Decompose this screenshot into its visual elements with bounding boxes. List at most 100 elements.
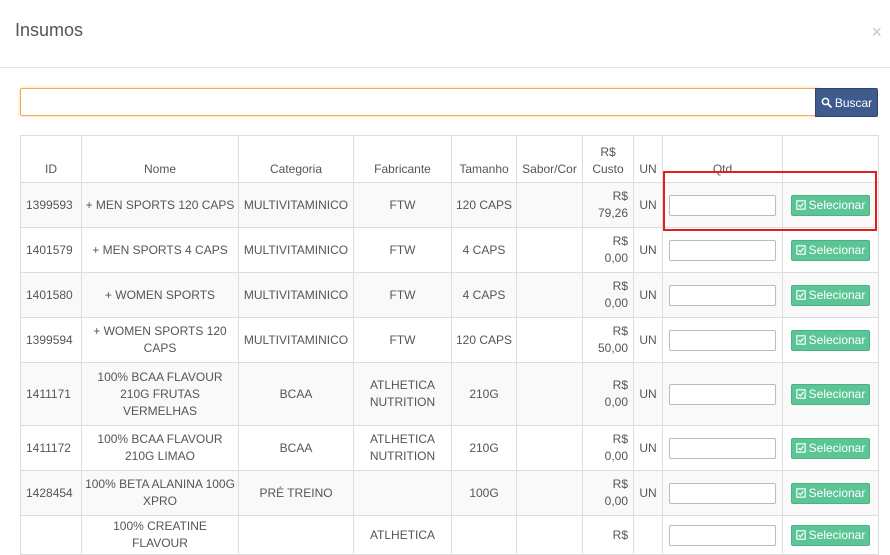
cell-nome: + WOMEN SPORTS (81, 272, 239, 318)
cell-sabor (516, 425, 583, 471)
table-row: 1411172 100% BCAA FLAVOUR 210G LIMAO BCAA A… (20, 425, 879, 471)
cell-sabor (516, 317, 583, 363)
cell-id: 1411171 (20, 362, 82, 426)
select-button-label: Selecionar (808, 486, 866, 500)
cell-qtd (662, 362, 783, 426)
cell-custo-value: 79,26 (597, 206, 628, 220)
select-button-label: Selecionar (808, 441, 866, 455)
cell-id: 1401580 (20, 272, 82, 318)
check-square-icon (795, 488, 806, 498)
check-square-icon (795, 290, 806, 300)
col-header-tamanho: Tamanho (451, 135, 517, 183)
cell-action: Selecionar (782, 362, 879, 426)
cell-action: Selecionar (782, 425, 879, 471)
cell-un: UN (633, 362, 663, 426)
cell-fabricante: FTW (353, 227, 452, 273)
cell-custo-value: 0,00 (604, 449, 628, 463)
cell-action: Selecionar (782, 317, 879, 363)
cell-custo-currency: R$ (612, 324, 628, 338)
cell-custo-value: 0,00 (604, 395, 628, 409)
cell-categoria: PRÉ TREINO (238, 470, 354, 516)
col-header-nome: Nome (81, 135, 239, 183)
quantity-input[interactable] (669, 329, 776, 351)
select-button[interactable]: Selecionar (790, 482, 871, 504)
search-button[interactable]: Buscar (815, 88, 878, 117)
cell-nome: 100% BETA ALANINA 100G XPRO (81, 470, 239, 516)
quantity-input[interactable] (669, 239, 776, 261)
select-button-label: Selecionar (808, 288, 866, 302)
cell-id: 1399593 (20, 182, 82, 228)
close-icon[interactable]: × (871, 22, 882, 43)
cell-qtd (662, 470, 783, 516)
table-row: 100% CREATINE FLAVOUR ATLHETICA R$ Selecion… (20, 515, 879, 555)
cell-categoria (238, 515, 354, 555)
cell-custo-value: 0,00 (604, 296, 628, 310)
cell-custo-currency: R$ (612, 189, 628, 203)
cell-id: 1399594 (20, 317, 82, 363)
search-input[interactable] (20, 88, 820, 116)
cell-nome: 100% CREATINE FLAVOUR (81, 515, 239, 555)
quantity-input[interactable] (669, 284, 776, 306)
cell-un: UN (633, 425, 663, 471)
select-button[interactable]: Selecionar (790, 194, 871, 216)
quantity-input[interactable] (669, 524, 776, 546)
quantity-input[interactable] (669, 437, 776, 459)
cell-qtd (662, 272, 783, 318)
quantity-input[interactable] (669, 482, 776, 504)
cell-un: UN (633, 317, 663, 363)
cell-tamanho: 4 CAPS (451, 227, 517, 273)
select-button[interactable]: Selecionar (790, 329, 871, 351)
check-square-icon (795, 200, 806, 210)
cell-custo-currency: R$ (612, 279, 628, 293)
cell-nome: 100% BCAA FLAVOUR 210G FRUTAS VERMELHAS (81, 362, 239, 426)
quantity-input[interactable] (669, 194, 776, 216)
cell-fabricante: ATLHETICA (353, 515, 452, 555)
select-button[interactable]: Selecionar (790, 239, 871, 261)
cell-fabricante: ATLHETICA NUTRITION (353, 425, 452, 471)
select-button-label: Selecionar (808, 528, 866, 542)
select-button[interactable]: Selecionar (790, 524, 871, 546)
cell-tamanho (451, 515, 517, 555)
cell-tamanho: 120 CAPS (451, 182, 517, 228)
cell-id (20, 515, 82, 555)
cell-nome: + MEN SPORTS 120 CAPS (81, 182, 239, 228)
cell-action: Selecionar (782, 470, 879, 516)
cell-sabor (516, 515, 583, 555)
cell-action: Selecionar (782, 272, 879, 318)
cell-action: Selecionar (782, 182, 879, 228)
cell-un: UN (633, 470, 663, 516)
cell-qtd (662, 227, 783, 273)
cell-custo-currency: R$ (612, 432, 628, 446)
cell-action: Selecionar (782, 515, 879, 555)
cell-categoria: MULTIVITAMINICO (238, 272, 354, 318)
cell-fabricante: ATLHETICA NUTRITION (353, 362, 452, 426)
col-header-custo-currency: R$ (600, 145, 616, 159)
cell-id: 1401579 (20, 227, 82, 273)
select-button[interactable]: Selecionar (790, 437, 871, 459)
cell-tamanho: 100G (451, 470, 517, 516)
cell-tamanho: 210G (451, 362, 517, 426)
cell-custo-currency: R$ (612, 234, 628, 248)
select-button-label: Selecionar (808, 243, 866, 257)
quantity-input[interactable] (669, 383, 776, 405)
cell-categoria: BCAA (238, 362, 354, 426)
check-square-icon (795, 443, 806, 453)
select-button-label: Selecionar (808, 333, 866, 347)
select-button[interactable]: Selecionar (790, 284, 871, 306)
search-row: Buscar (20, 88, 878, 118)
cell-custo: R$ 0,00 (582, 425, 634, 471)
cell-un: UN (633, 182, 663, 228)
search-button-label: Buscar (834, 95, 873, 110)
table-header-row: ID Nome Categoria Fabricante Tamanho Sab… (20, 135, 879, 183)
check-square-icon (795, 389, 806, 399)
cell-qtd (662, 425, 783, 471)
table-row: 1401579 + MEN SPORTS 4 CAPS MULTIVITAMINIC… (20, 227, 879, 273)
select-button-label: Selecionar (808, 198, 866, 212)
cell-custo-currency: R$ (612, 477, 628, 491)
check-square-icon (795, 245, 806, 255)
cell-action: Selecionar (782, 227, 879, 273)
cell-qtd (662, 317, 783, 363)
cell-sabor (516, 272, 583, 318)
cell-categoria: MULTIVITAMINICO (238, 317, 354, 363)
select-button[interactable]: Selecionar (790, 383, 871, 405)
